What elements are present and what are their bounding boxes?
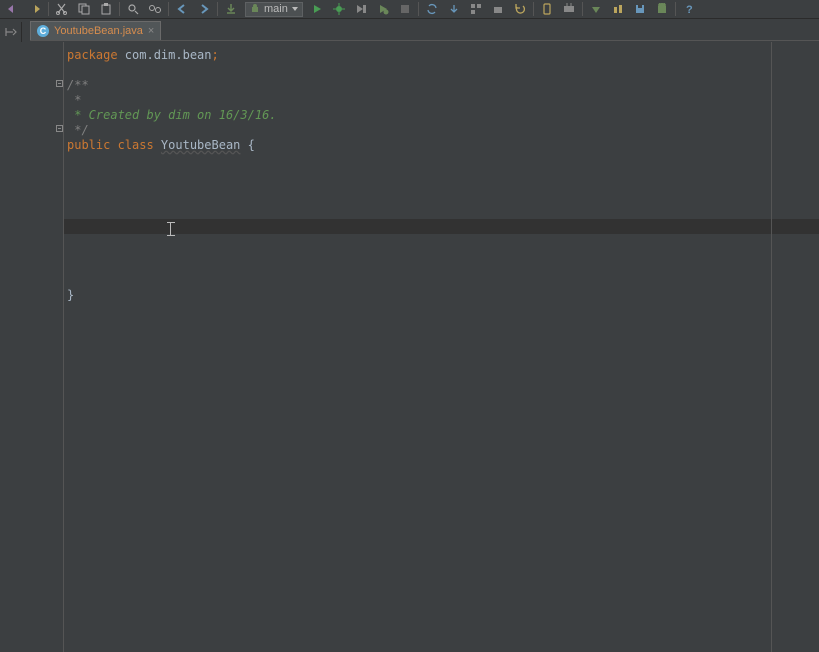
class-name: YoutubeBean <box>161 138 240 152</box>
separator <box>119 2 120 16</box>
save-icon[interactable] <box>629 1 651 18</box>
revert-icon[interactable] <box>509 1 531 18</box>
brace: { <box>240 138 254 152</box>
dropdown-icon <box>292 7 298 11</box>
attach-icon[interactable] <box>372 1 394 18</box>
main-toolbar: main ? <box>0 0 819 19</box>
cut-icon[interactable] <box>51 1 73 18</box>
separator <box>48 2 49 16</box>
forward-icon[interactable] <box>193 1 215 18</box>
separator <box>168 2 169 16</box>
tab-name: YoutubeBean.java <box>54 25 143 37</box>
paste-icon[interactable] <box>95 1 117 18</box>
svg-text:?: ? <box>686 4 693 15</box>
separator <box>217 2 218 16</box>
class-icon: C <box>37 25 49 37</box>
code-area[interactable]: package com.dim.bean; /** * * Created by… <box>64 42 769 652</box>
debug-icon[interactable] <box>328 1 350 18</box>
copy-icon[interactable] <box>73 1 95 18</box>
android-icon <box>250 4 260 14</box>
replace-icon[interactable] <box>144 1 166 18</box>
fold-icon[interactable] <box>56 80 63 87</box>
text-cursor <box>167 222 175 236</box>
code-editor[interactable]: package com.dim.bean; /** * * Created by… <box>24 42 819 652</box>
help-icon[interactable]: ? <box>678 1 700 18</box>
keyword: public class <box>67 138 161 152</box>
separator <box>582 2 583 16</box>
run-icon[interactable] <box>306 1 328 18</box>
close-icon[interactable]: × <box>148 25 154 37</box>
comment: /** <box>67 78 89 92</box>
avd-icon[interactable] <box>536 1 558 18</box>
find-icon[interactable] <box>122 1 144 18</box>
config-label: main <box>264 3 288 15</box>
vcs-update-icon[interactable] <box>443 1 465 18</box>
ddms-icon[interactable] <box>585 1 607 18</box>
stop-icon[interactable] <box>394 1 416 18</box>
memory-icon[interactable] <box>607 1 629 18</box>
package-name: com.dim.bean <box>118 48 212 62</box>
sync-icon[interactable] <box>421 1 443 18</box>
brace: } <box>67 288 74 302</box>
android-device-icon[interactable] <box>651 1 673 18</box>
semicolon: ; <box>212 48 219 62</box>
deploy-icon[interactable] <box>487 1 509 18</box>
redo-icon[interactable] <box>24 1 46 18</box>
undo-icon[interactable] <box>2 1 24 18</box>
comment: */ <box>67 123 89 137</box>
project-tool-button[interactable] <box>0 22 22 42</box>
structure-icon[interactable] <box>465 1 487 18</box>
separator <box>418 2 419 16</box>
error-stripe[interactable] <box>771 42 819 652</box>
editor-tabs: C YoutubeBean.java × <box>30 21 819 41</box>
comment: * <box>67 93 81 107</box>
run-config-selector[interactable]: main <box>245 2 303 17</box>
editor-gutter[interactable] <box>24 42 64 652</box>
keyword: package <box>67 48 118 62</box>
fold-icon[interactable] <box>56 125 63 132</box>
run-coverage-icon[interactable] <box>350 1 372 18</box>
comment: * Created by dim on 16/3/16. <box>67 108 277 122</box>
sdk-icon[interactable] <box>558 1 580 18</box>
make-icon[interactable] <box>220 1 242 18</box>
separator <box>533 2 534 16</box>
separator <box>675 2 676 16</box>
tab-youtubebean[interactable]: C YoutubeBean.java × <box>30 21 161 40</box>
back-icon[interactable] <box>171 1 193 18</box>
